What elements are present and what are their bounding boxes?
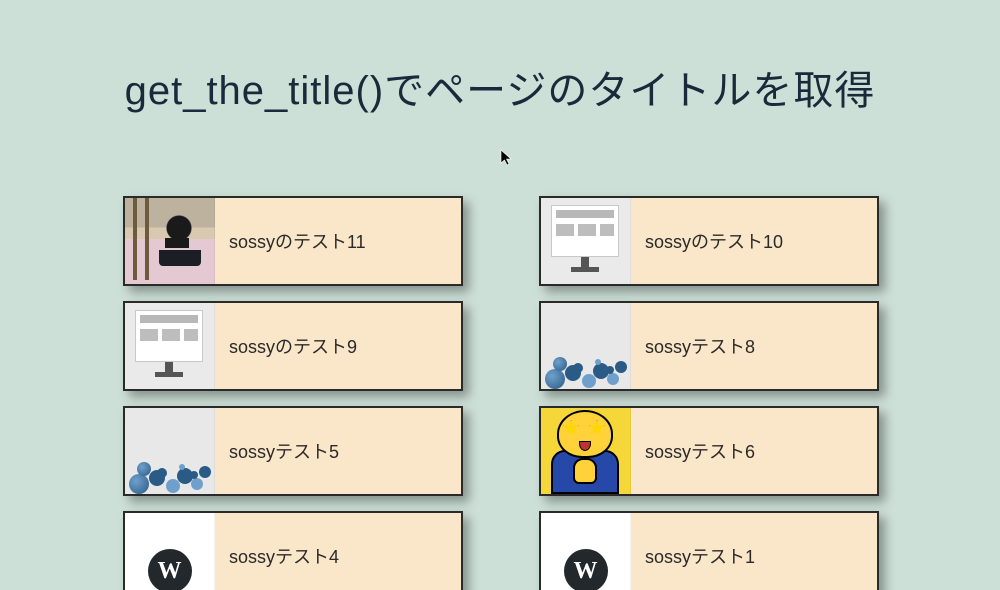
post-title: sossyテスト5: [229, 438, 339, 464]
post-thumbnail-icon: [541, 301, 631, 391]
post-title: sossyのテスト10: [645, 228, 783, 254]
post-title: sossyのテスト9: [229, 333, 357, 359]
post-title: sossyテスト1: [645, 543, 755, 569]
post-grid: sossyのテスト11 sossyのテスト10 sossyのテスト9 sossy…: [123, 196, 879, 590]
post-card[interactable]: sossyテスト5: [123, 406, 463, 496]
post-title: sossyテスト4: [229, 543, 339, 569]
post-card[interactable]: sossyテスト6: [539, 406, 879, 496]
post-thumbnail-icon: [125, 511, 215, 590]
post-card[interactable]: sossyテスト4: [123, 511, 463, 590]
post-title: sossyテスト8: [645, 333, 755, 359]
post-title: sossyのテスト11: [229, 228, 366, 254]
post-card[interactable]: sossyテスト1: [539, 511, 879, 590]
page-title: get_the_title()でページのタイトルを取得: [0, 58, 1000, 116]
post-thumbnail-icon: [541, 196, 631, 286]
post-card[interactable]: sossyテスト8: [539, 301, 879, 391]
post-card[interactable]: sossyのテスト10: [539, 196, 879, 286]
post-thumbnail-icon: [125, 196, 215, 286]
post-thumbnail-icon: [541, 406, 631, 496]
post-thumbnail-icon: [125, 406, 215, 496]
post-card[interactable]: sossyのテスト9: [123, 301, 463, 391]
wordpress-icon: [148, 549, 192, 590]
cursor-icon: [500, 149, 514, 167]
post-thumbnail-icon: [125, 301, 215, 391]
post-card[interactable]: sossyのテスト11: [123, 196, 463, 286]
post-title: sossyテスト6: [645, 438, 755, 464]
post-thumbnail-icon: [541, 511, 631, 590]
wordpress-icon: [564, 549, 608, 590]
